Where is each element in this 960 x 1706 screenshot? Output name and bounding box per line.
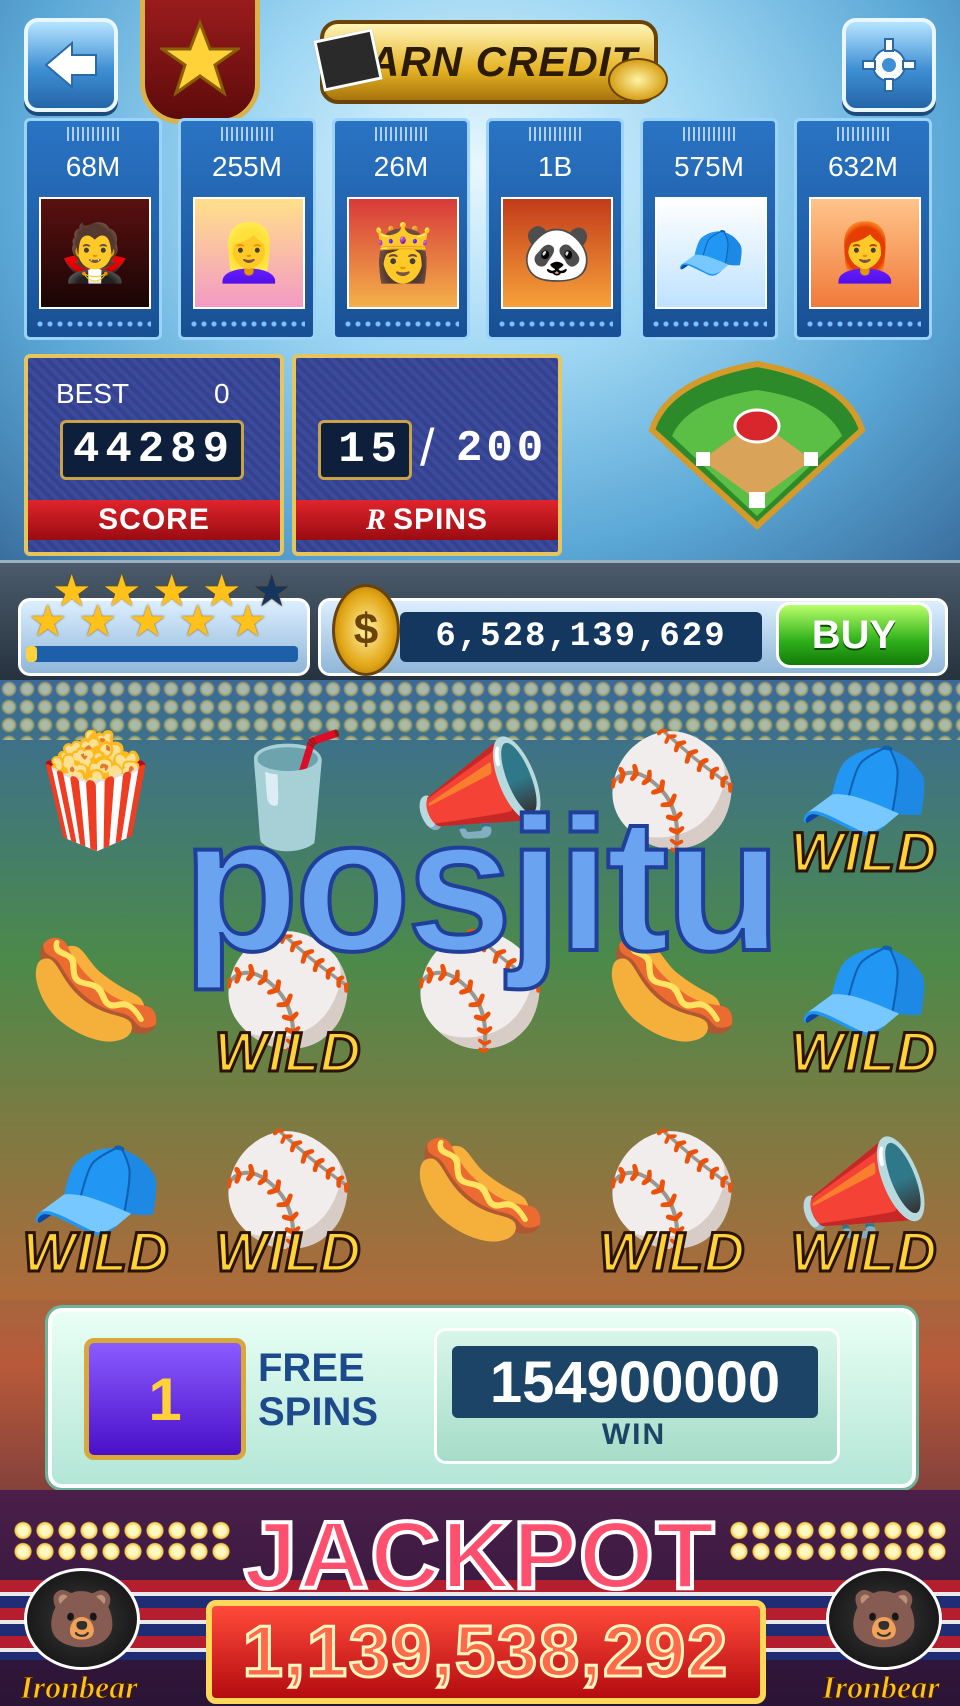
reel-symbol-batter-wild: ⚾ WILD bbox=[576, 1090, 768, 1290]
earn-credit-label: EARN CREDIT bbox=[339, 38, 638, 85]
wild-label: WILD bbox=[789, 1219, 938, 1285]
score-panel: BEST 0 44289 SCORE bbox=[24, 354, 284, 556]
ironbear-mascot-right: 🐻 Ironbear bbox=[806, 1568, 956, 1706]
spins-total: 200 bbox=[456, 424, 548, 474]
player-credit: 26M bbox=[373, 151, 429, 182]
free-spins-label-line2: SPINS bbox=[258, 1390, 379, 1434]
gear-icon bbox=[862, 38, 916, 92]
rank-badge[interactable] bbox=[140, 0, 260, 124]
wild-label: WILD bbox=[789, 1019, 938, 1085]
level-star-icon: ★ bbox=[78, 596, 118, 647]
card-dots bbox=[189, 319, 305, 331]
watermark-text: posjitu bbox=[181, 779, 784, 991]
panda-avatar: 🐼 bbox=[501, 197, 613, 309]
barcode-decoration bbox=[683, 127, 737, 141]
level-progress-bar bbox=[26, 646, 298, 662]
player-credit: 632M bbox=[827, 151, 899, 182]
player-card[interactable]: 632M 👩‍🦰 bbox=[794, 118, 932, 340]
barcode-decoration bbox=[221, 127, 275, 141]
level-star-icon: ★ bbox=[228, 596, 268, 647]
baseball-boy-avatar: 🧢 bbox=[655, 197, 767, 309]
player-card[interactable]: 1B 🐼 bbox=[486, 118, 624, 340]
win-value: 154900000 bbox=[452, 1346, 818, 1418]
player-card[interactable]: 255M 👱‍♀️ bbox=[178, 118, 316, 340]
level-star-icon: ★ bbox=[128, 596, 168, 647]
wild-label: WILD bbox=[213, 1219, 362, 1285]
credit-balance: 6,528,139,629 bbox=[400, 612, 762, 662]
barcode-decoration bbox=[529, 127, 583, 141]
reel-symbol-cheerleader-wild: 📣 WILD bbox=[768, 1090, 960, 1290]
card-dots bbox=[343, 319, 459, 331]
earn-credit-button[interactable]: EARN CREDIT bbox=[313, 20, 668, 104]
settings-button[interactable] bbox=[842, 18, 936, 112]
spins-label: SPINS bbox=[392, 503, 489, 536]
jackpot-title: JACKPOT bbox=[242, 1502, 717, 1609]
buy-button[interactable]: BUY bbox=[776, 602, 932, 668]
ironbear-logo: Ironbear bbox=[822, 1669, 940, 1706]
wild-label: WILD bbox=[213, 1019, 362, 1085]
stadium-lights bbox=[12, 1520, 232, 1562]
score-value: 44289 bbox=[60, 420, 244, 480]
wild-label: WILD bbox=[597, 1219, 746, 1285]
spins-separator: / bbox=[420, 419, 435, 477]
barcode-decoration bbox=[375, 127, 429, 141]
reel-symbol-player-wild: ⚾ WILD bbox=[192, 1090, 384, 1290]
player-credit: 1B bbox=[537, 151, 573, 182]
bear-mascot-icon: 🐻 bbox=[826, 1568, 942, 1670]
blonde-girl-avatar: 👱‍♀️ bbox=[193, 197, 305, 309]
dollar-coin-icon: $ bbox=[332, 584, 400, 676]
jackpot-value: 1,139,538,292 bbox=[241, 1611, 730, 1694]
player-credit: 68M bbox=[65, 151, 121, 182]
card-dots bbox=[651, 319, 767, 331]
princess-avatar: 👸 bbox=[347, 197, 459, 309]
player-credit: 255M bbox=[211, 151, 283, 182]
coin-stack-icon bbox=[608, 58, 668, 102]
bear-mascot-icon: 🐻 bbox=[24, 1568, 140, 1670]
reel-symbol-hotdog: 🌭 bbox=[411, 1126, 549, 1254]
player-card[interactable]: 575M 🧢 bbox=[640, 118, 778, 340]
level-progress-fill bbox=[26, 646, 37, 662]
player-credit: 575M bbox=[673, 151, 745, 182]
card-dots bbox=[497, 319, 613, 331]
reel-symbol-catcher-wild: 🧢 WILD bbox=[0, 1090, 192, 1290]
level-star-icon: ★ bbox=[178, 596, 218, 647]
baseball-field-button[interactable] bbox=[646, 360, 868, 530]
free-spins-label-line1: FREE bbox=[258, 1346, 365, 1390]
ironbear-mascot-left: 🐻 Ironbear bbox=[4, 1568, 154, 1706]
spins-panel: 15 / 200 R SPINS bbox=[292, 354, 562, 556]
level-star-icon: ★ bbox=[28, 596, 68, 647]
back-arrow-icon bbox=[44, 40, 97, 90]
back-button[interactable] bbox=[24, 18, 118, 112]
barcode-decoration bbox=[837, 127, 891, 141]
best-value: 0 bbox=[214, 378, 230, 409]
best-label: BEST bbox=[56, 378, 130, 409]
player-card[interactable]: 68M 🧛 bbox=[24, 118, 162, 340]
redhead-girl-avatar: 👩‍🦰 bbox=[809, 197, 921, 309]
stadium-lights bbox=[728, 1520, 948, 1562]
score-label: SCORE bbox=[28, 500, 280, 540]
free-spins-count: 1 bbox=[84, 1338, 246, 1460]
star-shield-icon bbox=[160, 19, 240, 97]
win-label: WIN bbox=[601, 1418, 667, 1451]
card-dots bbox=[35, 319, 151, 331]
player-card[interactable]: 26M 👸 bbox=[332, 118, 470, 340]
wild-label: WILD bbox=[21, 1219, 170, 1285]
r-logo-icon: R bbox=[365, 503, 387, 536]
free-spins-label: FREE SPINS bbox=[258, 1346, 398, 1434]
barcode-decoration bbox=[67, 127, 121, 141]
spins-current: 15 bbox=[318, 420, 412, 480]
spins-ribbon: R SPINS bbox=[296, 500, 558, 540]
ironbear-logo: Ironbear bbox=[20, 1669, 138, 1706]
card-dots bbox=[805, 319, 921, 331]
batting-helmet-icon bbox=[733, 408, 781, 444]
vampire-avatar: 🧛 bbox=[39, 197, 151, 309]
